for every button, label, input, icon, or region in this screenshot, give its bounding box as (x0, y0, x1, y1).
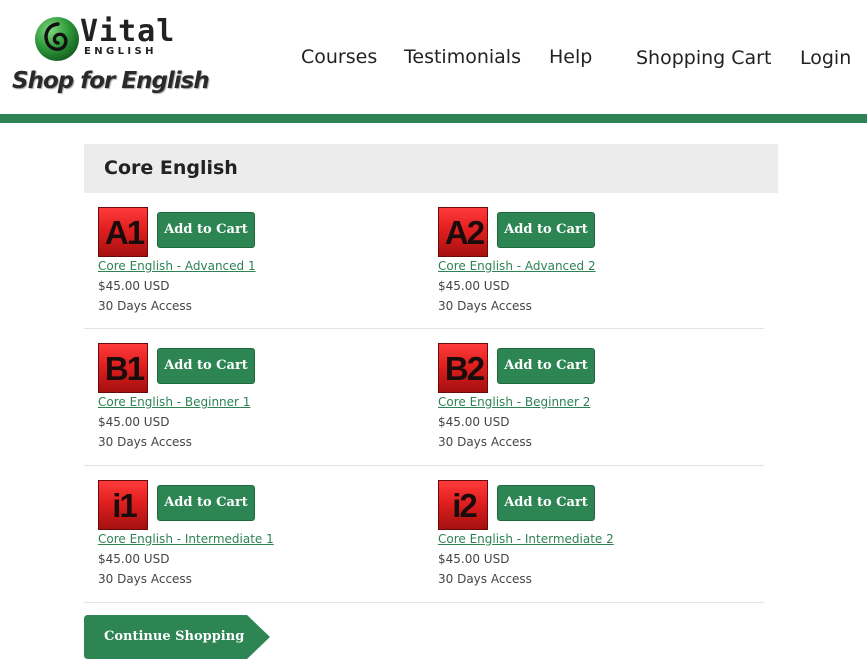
product-link[interactable]: Core English - Beginner 2 (438, 395, 590, 409)
product-link[interactable]: Core English - Intermediate 1 (98, 532, 274, 546)
product-access: 30 Days Access (438, 435, 532, 449)
continue-shopping-label: Continue Shopping (104, 629, 245, 644)
product-card: i2 Add to Cart Core English - Intermedia… (438, 480, 768, 590)
add-to-cart-button[interactable]: Add to Cart (497, 212, 595, 248)
add-to-cart-button[interactable]: Add to Cart (157, 348, 255, 384)
product-card: A1 Add to Cart Core English - Advanced 1… (98, 207, 428, 317)
product-access: 30 Days Access (438, 572, 532, 586)
product-card: B1 Add to Cart Core English - Beginner 1… (98, 343, 428, 453)
site-header: Vital ENGLISH Shop for English Courses T… (0, 0, 867, 115)
product-access: 30 Days Access (98, 435, 192, 449)
product-price: $45.00 USD (438, 552, 510, 566)
nav-testimonials[interactable]: Testimonials (404, 46, 521, 68)
product-access: 30 Days Access (98, 572, 192, 586)
product-card: B2 Add to Cart Core English - Beginner 2… (438, 343, 768, 453)
nav-courses[interactable]: Courses (301, 46, 377, 68)
level-badge: A2 (438, 207, 488, 257)
product-price: $45.00 USD (98, 552, 170, 566)
header-divider (0, 114, 867, 123)
row-divider (84, 328, 764, 329)
product-price: $45.00 USD (438, 279, 510, 293)
row-divider (84, 602, 764, 603)
add-to-cart-button[interactable]: Add to Cart (157, 212, 255, 248)
product-link[interactable]: Core English - Advanced 1 (98, 259, 256, 273)
nav-login[interactable]: Login (800, 47, 851, 69)
product-access: 30 Days Access (438, 299, 532, 313)
product-link[interactable]: Core English - Advanced 2 (438, 259, 596, 273)
product-price: $45.00 USD (98, 415, 170, 429)
level-badge: B1 (98, 343, 148, 393)
product-price: $45.00 USD (98, 279, 170, 293)
product-card: A2 Add to Cart Core English - Advanced 2… (438, 207, 768, 317)
product-access: 30 Days Access (98, 299, 192, 313)
section-header: Core English (84, 144, 778, 193)
product-price: $45.00 USD (438, 415, 510, 429)
level-badge: i2 (438, 480, 488, 530)
product-link[interactable]: Core English - Beginner 1 (98, 395, 250, 409)
add-to-cart-button[interactable]: Add to Cart (497, 485, 595, 521)
section-title: Core English (104, 157, 238, 179)
level-badge: A1 (98, 207, 148, 257)
level-badge: B2 (438, 343, 488, 393)
row-divider (84, 465, 764, 466)
main-nav: Courses Testimonials Help Shopping Cart … (0, 46, 867, 72)
continue-shopping-button[interactable]: Continue Shopping (84, 615, 270, 659)
add-to-cart-button[interactable]: Add to Cart (497, 348, 595, 384)
nav-help[interactable]: Help (549, 46, 592, 68)
product-link[interactable]: Core English - Intermediate 2 (438, 532, 614, 546)
add-to-cart-button[interactable]: Add to Cart (157, 485, 255, 521)
product-card: i1 Add to Cart Core English - Intermedia… (98, 480, 428, 590)
brand-name: Vital (80, 14, 176, 49)
level-badge: i1 (98, 480, 148, 530)
nav-shopping-cart[interactable]: Shopping Cart (636, 47, 771, 69)
